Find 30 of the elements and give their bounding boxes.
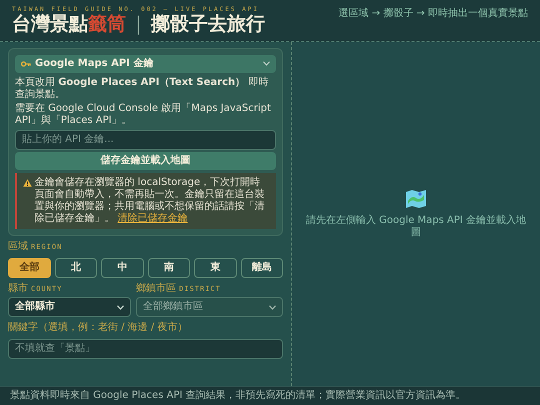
keyword-label: 關鍵字（選填，例：老街 / 海邊 / 夜市） xyxy=(8,322,188,334)
save-key-button[interactable]: 儲存金鑰並載入地圖 xyxy=(15,152,276,170)
region-button[interactable]: 全部 xyxy=(8,258,50,278)
county-select[interactable]: 全部縣市 xyxy=(8,297,132,318)
region-button[interactable]: 北 xyxy=(54,258,97,278)
chevron-icon xyxy=(263,61,270,66)
keyword-field[interactable]: 不填就查「景點」 xyxy=(8,339,283,360)
requirement-text: 需要在 Google Cloud Console 啟用「Maps JavaScript API」與「Places API」。 xyxy=(15,103,272,128)
key-icon xyxy=(21,58,31,69)
region-button[interactable]: 離島 xyxy=(240,258,283,278)
region-button[interactable]: 東 xyxy=(194,258,236,278)
region-button[interactable]: 中 xyxy=(101,258,144,278)
dropdown-caret-icon xyxy=(117,304,124,310)
region-button[interactable]: 南 xyxy=(148,258,190,278)
warning-text: 金鑰會儲存在瀏覽器的 localStorage，下次打開時頁面會自動帶入，不需再貼一次。金鑰只留在這台裝置與你的瀏覽器；共用電腦或不想保留的話請按「清除已儲存金鑰」。 清除已儲存金鑰 xyxy=(34,176,266,225)
region-label: 區域 xyxy=(8,240,28,252)
api-key-field[interactable]: 貼上你的 API 金鑰... xyxy=(15,130,276,150)
warning-icon xyxy=(23,178,32,187)
county-label: 縣市 xyxy=(8,282,28,294)
api-key-title: Google Maps API 金鑰 xyxy=(35,58,154,70)
district-label: 鄉鎮市區 xyxy=(136,282,176,294)
api-key-header[interactable]: Google Maps API 金鑰 xyxy=(15,54,276,73)
map-icon xyxy=(405,188,427,209)
dropdown-caret-icon xyxy=(269,304,276,310)
clear-key-link[interactable]: 清除已儲存金鑰 xyxy=(118,212,188,224)
footer-note: 景點資料即時來自 Google Places API 查詢結果，非預先寫死的清單；實際營業資訊以官方資訊為準。 xyxy=(0,386,540,405)
intro-text: 本頁改用 Google Places API（Text Search） 即時查詢景點。 xyxy=(15,76,270,101)
page-title: 台灣景點籤筒｜擲骰子去旅行 xyxy=(12,13,265,36)
steps-text: 選區域 → 擲骰子 → 即時抽出一個真實景點 xyxy=(338,8,528,20)
map-placeholder-text: 請先在左側輸入 Google Maps API 金鑰並載入地圖 xyxy=(304,214,528,239)
